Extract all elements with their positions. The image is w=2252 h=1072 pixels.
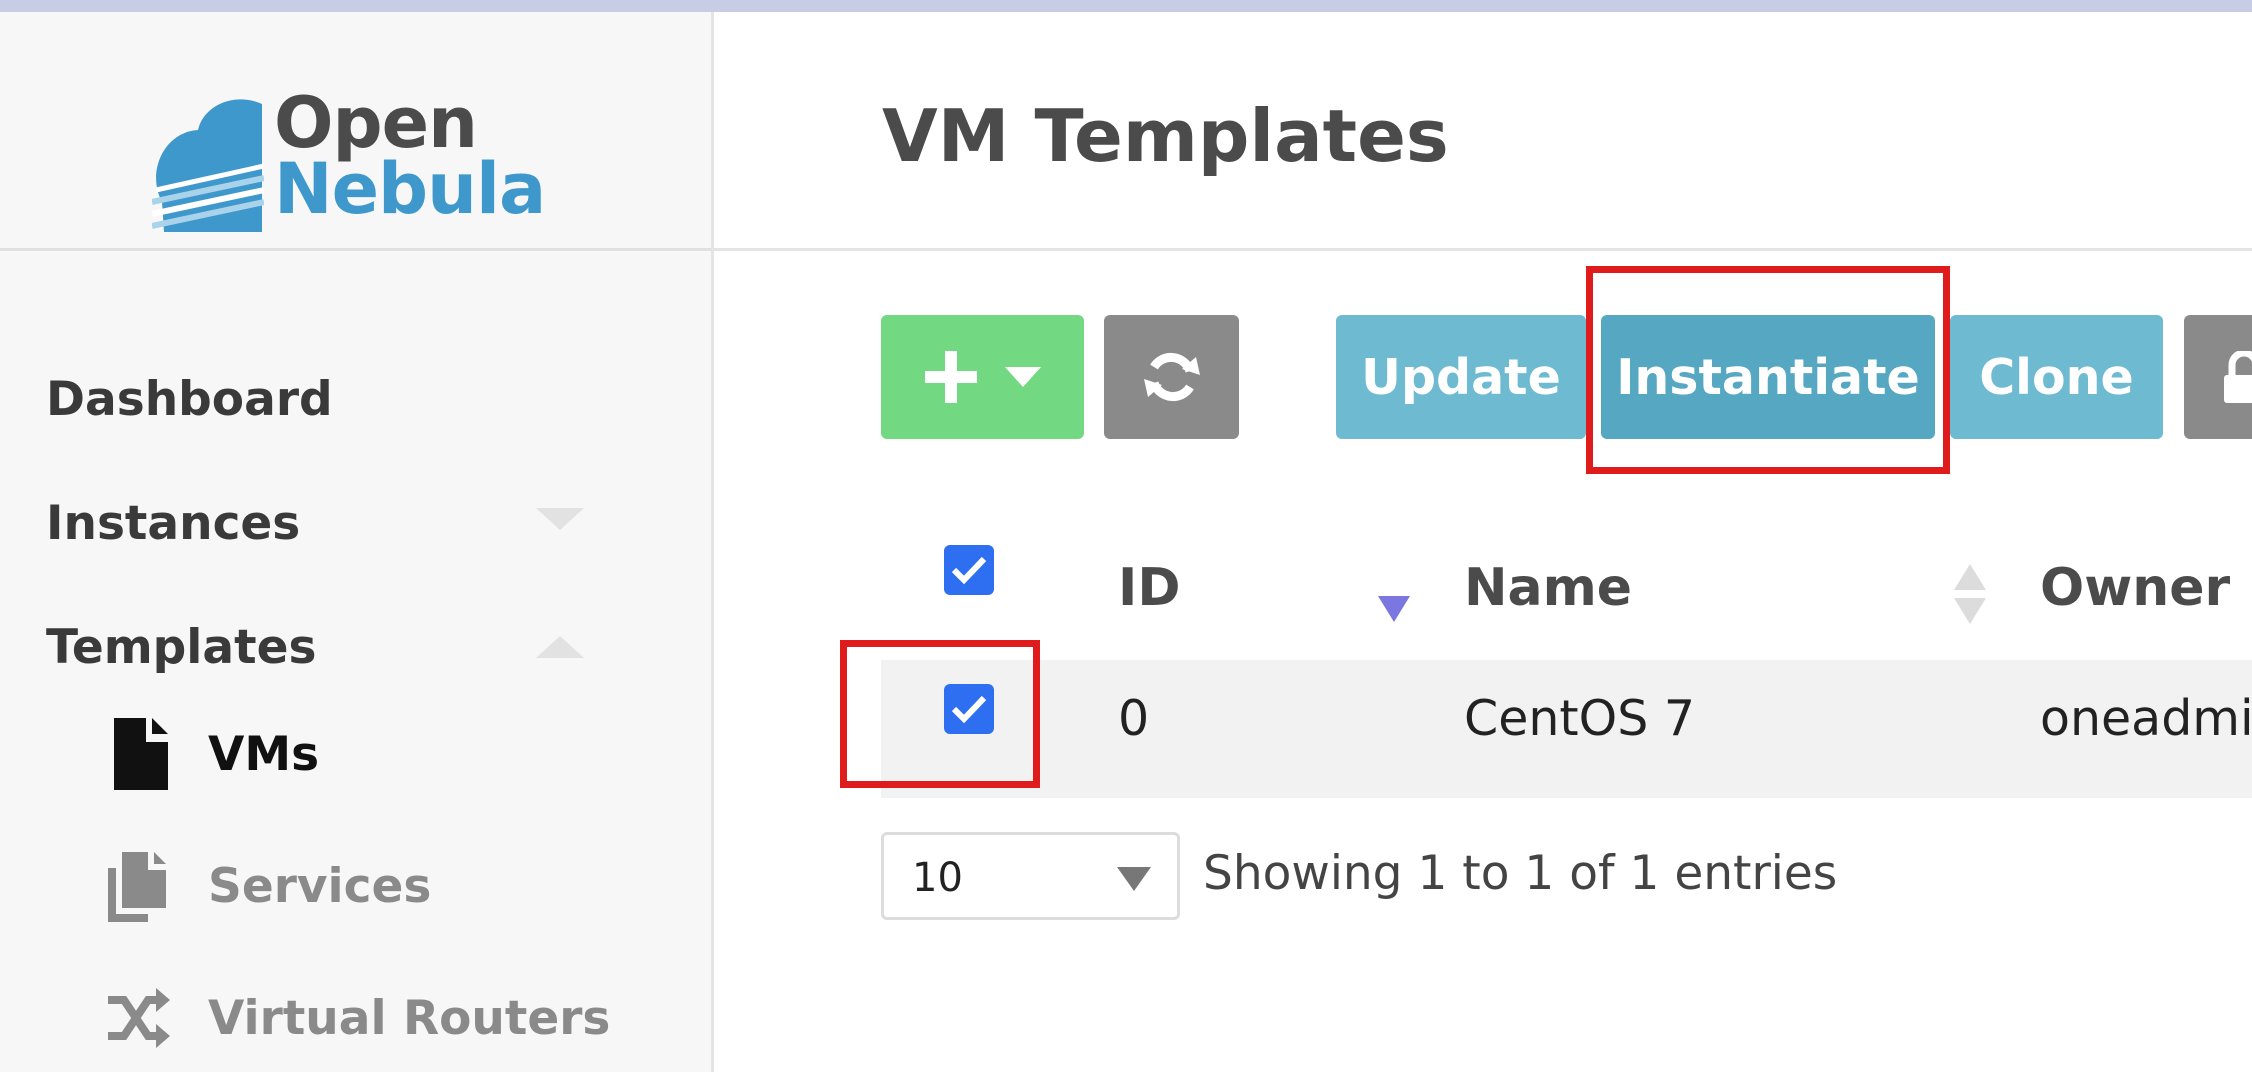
sidebar-subitem-services[interactable]: Services	[108, 850, 431, 922]
sidebar-subitem-vms[interactable]: VMs	[108, 718, 319, 790]
page-title: VM Templates	[882, 94, 1449, 178]
sidebar: Open Nebula Dashboard Instances Template…	[0, 12, 714, 1072]
lock-button[interactable]	[2184, 315, 2252, 439]
top-border	[0, 0, 2252, 12]
sidebar-item-instances[interactable]: Instances	[46, 496, 300, 551]
entries-info: Showing 1 to 1 of 1 entries	[1203, 846, 1838, 901]
chevron-up-icon[interactable]	[536, 636, 584, 658]
sidebar-subitem-label: Services	[208, 858, 432, 914]
sidebar-subitem-virtual-routers[interactable]: Virtual Routers	[108, 982, 610, 1054]
update-button[interactable]: Update	[1336, 315, 1586, 439]
document-icon	[114, 718, 168, 790]
sort-both-icon[interactable]	[1954, 564, 1986, 624]
refresh-icon	[1143, 352, 1200, 402]
files-icon	[108, 852, 166, 922]
checkmark-icon	[951, 556, 987, 585]
sidebar-subitem-label: VMs	[208, 726, 320, 782]
cell-owner: oneadmin	[2040, 690, 2252, 747]
main-header: VM Templates	[714, 12, 2252, 251]
caret-down-icon	[1004, 367, 1041, 387]
logo-area[interactable]: Open Nebula	[0, 12, 711, 251]
column-header-owner[interactable]: Owner	[2040, 558, 2230, 618]
chevron-down-icon[interactable]	[536, 508, 584, 530]
sidebar-subitem-label: Virtual Routers	[208, 990, 611, 1046]
lock-icon	[2224, 351, 2252, 403]
create-button[interactable]	[881, 315, 1084, 439]
sort-desc-icon[interactable]	[1378, 596, 1410, 622]
logo-nebula-text: Nebula	[274, 148, 546, 230]
select-all-checkbox[interactable]	[944, 545, 994, 595]
column-header-name[interactable]: Name	[1464, 558, 1632, 618]
instantiate-highlight-box	[1586, 266, 1950, 474]
plus-icon	[924, 351, 977, 403]
cell-id: 0	[1118, 690, 1150, 747]
page-size-select[interactable]: 10	[881, 832, 1180, 920]
page-size-value: 10	[912, 855, 963, 901]
sidebar-item-dashboard[interactable]: Dashboard	[46, 372, 333, 427]
caret-down-icon	[1117, 867, 1151, 891]
cell-name: CentOS 7	[1464, 690, 1696, 747]
clone-button[interactable]: Clone	[1950, 315, 2163, 439]
column-header-id[interactable]: ID	[1118, 558, 1181, 618]
sidebar-item-templates[interactable]: Templates	[46, 620, 316, 675]
refresh-button[interactable]	[1104, 315, 1239, 439]
cloud-logo-icon	[152, 99, 264, 232]
row-checkbox-highlight-box	[840, 640, 1040, 788]
shuffle-icon	[108, 988, 170, 1048]
logo-wordmark: Open Nebula	[274, 88, 546, 230]
